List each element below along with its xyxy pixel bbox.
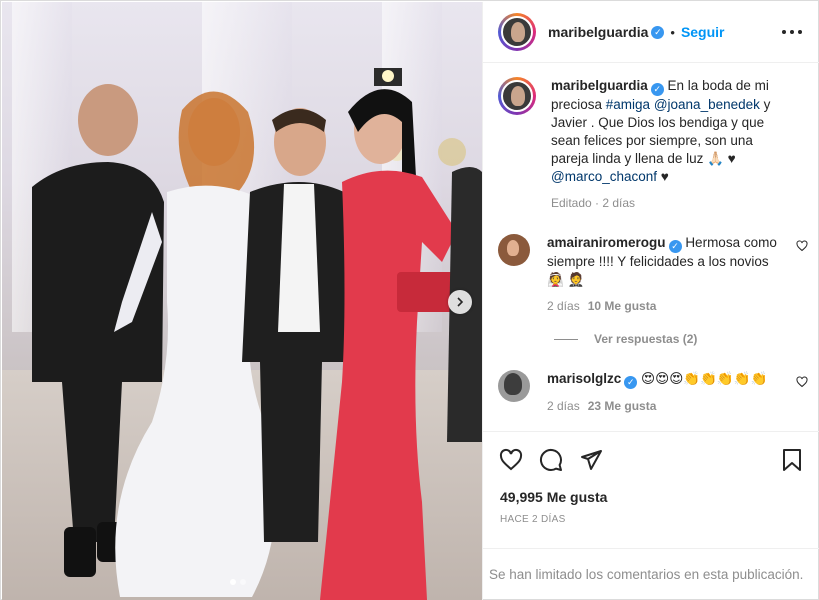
carousel-indicator [230,579,246,585]
verified-badge-icon: ✓ [668,239,682,253]
comments-section: maribelguardia ✓ En la boda de mi precios… [483,64,819,430]
post-actions: 49,995 Me gusta HACE 2 DÍAS [483,431,819,549]
more-options-icon[interactable] [782,24,802,40]
comment-likes[interactable]: 23 Me gusta [588,399,657,413]
post-header: maribelguardia ✓ • Seguir [483,2,819,63]
caption-username[interactable]: maribelguardia [551,78,648,93]
commenter-avatar[interactable] [498,370,530,402]
wedding-group-illustration [32,68,482,600]
save-bookmark-icon[interactable] [780,448,804,475]
caption-mention-2[interactable]: @marco_chaconf [551,169,657,184]
caption-text-3: ♥ [657,168,669,184]
comment-bubble-icon[interactable] [539,448,563,472]
carousel-dot-active [230,579,236,585]
verified-badge-icon: ✓ [650,82,664,96]
action-icons [499,448,603,472]
post-photo[interactable] [2,2,482,600]
follow-button[interactable]: Seguir [681,24,725,40]
verified-badge-icon: ✓ [624,375,638,389]
view-replies-button[interactable]: Ver respuestas (2) [554,332,697,346]
caption-mention-1[interactable]: @joana_benedek [654,97,760,112]
comment-text: 😍😍😍👏👏👏👏👏 [641,371,768,386]
avatar [501,16,533,48]
comment-username[interactable]: amairaniromerogu [547,235,666,250]
comment-body: marisolglzc ✓ 😍😍😍👏👏👏👏👏 2 días 23 Me gusta [547,370,785,415]
author-avatar[interactable] [498,13,536,51]
like-comment-heart-icon[interactable] [796,376,808,388]
likes-count[interactable]: 49,995 Me gusta [500,489,607,505]
separator-dot: • [670,24,675,40]
carousel-dot [240,579,246,585]
like-heart-icon[interactable] [499,448,523,472]
post-modal: maribelguardia ✓ • Seguir maribelguardia… [0,0,819,600]
comment: marisolglzc ✓ 😍😍😍👏👏👏👏👏 2 días 23 Me gusta [498,370,808,415]
share-send-icon[interactable] [579,448,603,472]
author-username[interactable]: maribelguardia [548,24,648,40]
caption-body: maribelguardia ✓ En la boda de mi precios… [551,77,789,212]
view-replies-label: Ver respuestas (2) [594,332,698,346]
comment-meta: 2 días 23 Me gusta [547,397,785,415]
comments-limited-notice: Se han limitado los comentarios en esta … [483,548,819,600]
caption-hashtag[interactable]: #amiga [606,97,650,112]
comment-time: 2 días [547,298,580,313]
caption-meta: Editado · 2 días [551,195,636,210]
comment-username[interactable]: marisolglzc [547,371,621,386]
avatar [501,80,533,112]
like-comment-heart-icon[interactable] [796,240,808,252]
comment-likes[interactable]: 10 Me gusta [588,299,657,313]
verified-badge-icon: ✓ [651,25,665,39]
comment-time: 2 días [547,398,580,413]
commenter-avatar[interactable] [498,234,530,266]
caption: maribelguardia ✓ En la boda de mi precios… [498,77,808,212]
replies-line [554,338,578,340]
chevron-right-icon [457,297,464,307]
caption-avatar[interactable] [498,77,536,115]
carousel-next-button[interactable] [448,290,472,314]
post-side-panel: maribelguardia ✓ • Seguir maribelguardia… [482,2,819,600]
comment-body: amairaniromerogu ✓ Hermosa como siempre !… [547,234,785,315]
comment-meta: 2 días 10 Me gusta [547,297,785,315]
posted-time[interactable]: HACE 2 DÍAS [500,514,566,525]
header-text: maribelguardia ✓ • Seguir [548,24,725,40]
comment: amairaniromerogu ✓ Hermosa como siempre !… [498,234,808,315]
